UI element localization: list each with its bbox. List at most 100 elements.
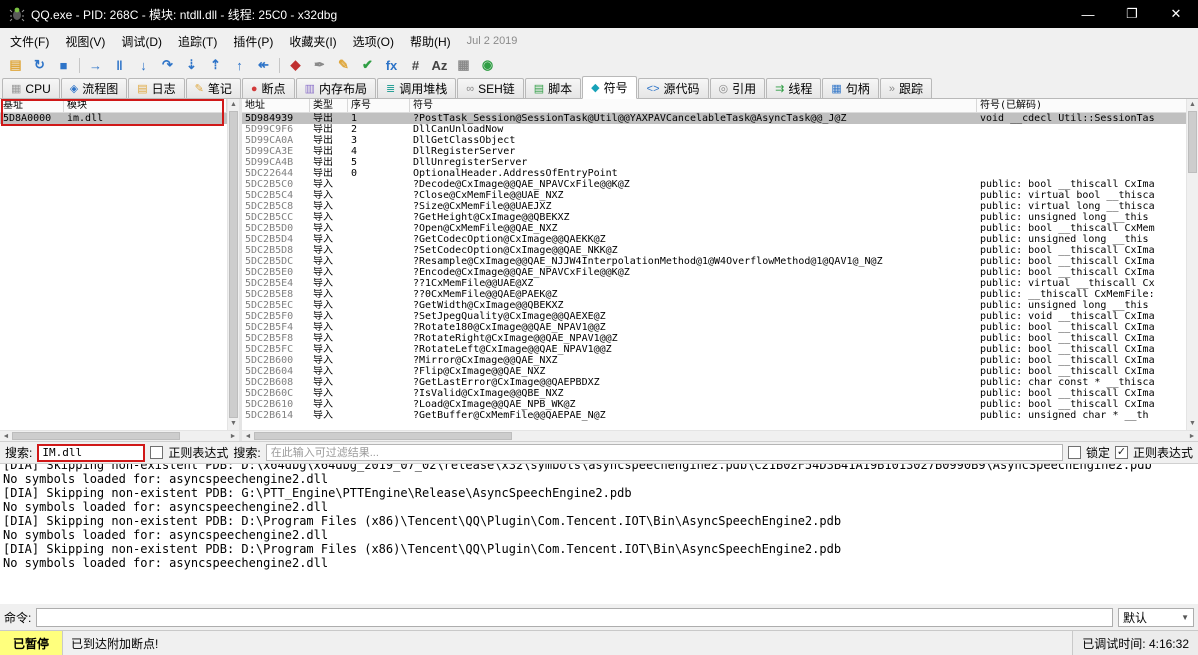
tab-trace[interactable]: »跟踪 [880,78,932,98]
tab-source[interactable]: <>源代码 [638,78,709,98]
symbol-row[interactable]: 5DC2B5C4导入?Close@CxMemFile@@UAE_NXZpubli… [242,190,1186,201]
close-button[interactable]: ✕ [1154,0,1198,28]
menu-trace[interactable]: 追踪(T) [170,29,225,54]
maximize-button[interactable]: ❐ [1110,0,1154,28]
entropy-icon[interactable]: # [404,55,427,75]
run-icon[interactable]: → [84,55,107,75]
symbols-vscrollbar[interactable]: ▲ ▼ [1186,99,1198,430]
symbols-header-type[interactable]: 类型 [310,99,348,112]
tab-cpu[interactable]: ▦CPU [2,78,60,98]
symbol-row[interactable]: 5DC2B5E8导入??0CxMemFile@@QAE@PAEK@Zpublic… [242,289,1186,300]
tab-notes[interactable]: ✎笔记 [186,78,241,98]
module-search-input[interactable] [37,444,145,462]
symbol-row[interactable]: 5DC2B600导入?Mirror@CxImage@@QAE_NXZpublic… [242,355,1186,366]
symbol-row[interactable]: 5DC2B5CC导入?GetHeight@CxImage@@QBEKXZpubl… [242,212,1186,223]
symbol-row[interactable]: 5DC2B5DC导入?Resample@CxImage@@QAE_NJJW4In… [242,256,1186,267]
symbol-row[interactable]: 5DC2B5E0导入?Encode@CxImage@@QAE_NPAVCxFil… [242,267,1186,278]
symbols-header-address[interactable]: 地址 [242,99,310,112]
scroll-left-icon[interactable]: ◄ [242,433,254,440]
symbol-row[interactable]: 5DC2B5F0导入?SetJpegQuality@CxImage@@QAEXE… [242,311,1186,322]
modules-vscrollbar[interactable]: ▲ ▼ [227,99,239,430]
scroll-right-icon[interactable]: ► [1186,433,1198,440]
scroll-up-icon[interactable]: ▲ [228,99,239,111]
scroll-down-icon[interactable]: ▼ [1187,418,1198,430]
symbol-row[interactable]: 5DC2B5D0导入?Open@CxMemFile@@QAE_NXZpublic… [242,223,1186,234]
symbol-row[interactable]: 5DC22644导出0OptionalHeader.AddressOfEntry… [242,168,1186,179]
tab-symbols[interactable]: ◆符号 [582,76,636,99]
minimize-button[interactable]: — [1066,0,1110,28]
symbol-row[interactable]: 5DC2B5F8导入?RotateRight@CxImage@@QAE_NPAV… [242,333,1186,344]
menu-file[interactable]: 文件(F) [2,29,57,54]
filter-input[interactable] [266,444,1063,461]
menu-debug[interactable]: 调试(D) [113,29,170,54]
symbol-row[interactable]: 5DC2B5F4导入?Rotate180@CxImage@@QAE_NPAV1@… [242,322,1186,333]
symbol-row[interactable]: 5DC2B608导入?GetLastError@CxImage@@QAEPBDX… [242,377,1186,388]
step-over-icon[interactable]: ↷ [156,55,179,75]
symbol-row[interactable]: 5DC2B614导入?GetBuffer@CxMemFile@@QAEPAE_N… [242,410,1186,421]
tab-seh[interactable]: ∞SEH链 [457,78,524,98]
inject-icon[interactable]: ✒ [308,55,331,75]
tab-threads[interactable]: ⇉线程 [766,78,821,98]
symbol-row[interactable]: 5D984939导出1?PostTask_Session@SessionTask… [242,113,1186,124]
scrollbar-thumb[interactable] [1188,111,1197,173]
symbols-hscrollbar[interactable]: ◄ ► [242,430,1198,441]
menu-view[interactable]: 视图(V) [57,29,113,54]
module-row[interactable]: 5D8A0000im.dll [0,113,227,124]
symbols-header-decoded[interactable]: 符号(已解码) [977,99,1186,112]
symbol-row[interactable]: 5DC2B5C8导入?Size@CxMemFile@@UAEJXZpublic:… [242,201,1186,212]
symbol-row[interactable]: 5D99CA3E导出4DllRegisterServer [242,146,1186,157]
symbol-row[interactable]: 5DC2B60C导入?IsValid@CxImage@@QBE_NXZpubli… [242,388,1186,399]
symbol-row[interactable]: 5DC2B5D4导入?GetCodecOption@CxImage@@QAEKK… [242,234,1186,245]
execute-till-return-icon[interactable]: ↑ [228,55,251,75]
scroll-right-icon[interactable]: ► [227,433,239,440]
trace-into-icon[interactable]: ⇣ [180,55,203,75]
hide-debugger-icon[interactable]: ◆ [284,55,307,75]
symbol-row[interactable]: 5DC2B5EC导入?GetWidth@CxImage@@QBEKXZpubli… [242,300,1186,311]
menu-help[interactable]: 帮助(H) [402,29,459,54]
scroll-up-icon[interactable]: ▲ [1187,99,1198,111]
scrollbar-thumb[interactable] [254,432,512,440]
modules-header-module[interactable]: 模块 [64,99,227,112]
menu-options[interactable]: 选项(O) [345,29,402,54]
restart-icon[interactable]: ↻ [28,55,51,75]
modules-hscrollbar[interactable]: ◄ ► [0,430,239,441]
pause-icon[interactable]: ‖ [108,55,131,75]
tab-graph[interactable]: ◈流程图 [61,78,127,98]
symbol-row[interactable]: 5D99CA0A导出3DllGetClassObject [242,135,1186,146]
fx-icon[interactable]: fx [380,55,403,75]
symbols-header-symbol[interactable]: 符号 [410,99,977,112]
notes-icon[interactable]: ✎ [332,55,355,75]
lock-checkbox[interactable] [1068,446,1081,459]
symbol-row[interactable]: 5D99CA4B导出5DllUnregisterServer [242,157,1186,168]
trace-over-icon[interactable]: ⇡ [204,55,227,75]
close-debuggee-icon[interactable]: ■ [52,55,75,75]
symbol-row[interactable]: 5DC2B604导入?Flip@CxImage@@QAE_NXZpublic: … [242,366,1186,377]
tab-references[interactable]: ◎引用 [710,78,766,98]
tab-handles[interactable]: ▦句柄 [822,78,878,98]
run-to-user-code-icon[interactable]: ↞ [252,55,275,75]
patches-icon[interactable]: ✔ [356,55,379,75]
tab-memory-map[interactable]: ▥内存布局 [296,78,376,98]
symbol-row[interactable]: 5DC2B5C0导入?Decode@CxImage@@QAE_NPAVCxFil… [242,179,1186,190]
scrollbar-thumb[interactable] [229,111,238,418]
symbols-header-ordinal[interactable]: 序号 [348,99,410,112]
tab-breakpoints[interactable]: ●断点 [242,78,295,98]
tab-call-stack[interactable]: ≣调用堆栈 [377,78,456,98]
preferences-icon[interactable]: ◉ [476,55,499,75]
scroll-down-icon[interactable]: ▼ [228,418,239,430]
symbol-row[interactable]: 5DC2B5D8导入?SetCodecOption@CxImage@@QAE_N… [242,245,1186,256]
memory-icon[interactable]: ▦ [452,55,475,75]
symbol-row[interactable]: 5DC2B610导入?Load@CxImage@@QAE_NPB_WK@Zpub… [242,399,1186,410]
menu-plugins[interactable]: 插件(P) [225,29,281,54]
step-into-icon[interactable]: ↓ [132,55,155,75]
symbol-row[interactable]: 5D99C9F6导出2DllCanUnloadNow [242,124,1186,135]
tab-script[interactable]: ▤脚本 [525,78,581,98]
modules-header-base[interactable]: 基址 [0,99,64,112]
menu-favourites[interactable]: 收藏夹(I) [281,29,344,54]
symbol-row[interactable]: 5DC2B5E4导入??1CxMemFile@@UAE@XZpublic: vi… [242,278,1186,289]
command-input[interactable] [36,608,1113,627]
scroll-left-icon[interactable]: ◄ [0,433,12,440]
command-profile-select[interactable]: 默认 ▼ [1118,608,1194,627]
strings-icon[interactable]: Az [428,55,451,75]
symbol-row[interactable]: 5DC2B5FC导入?RotateLeft@CxImage@@QAE_NPAV1… [242,344,1186,355]
